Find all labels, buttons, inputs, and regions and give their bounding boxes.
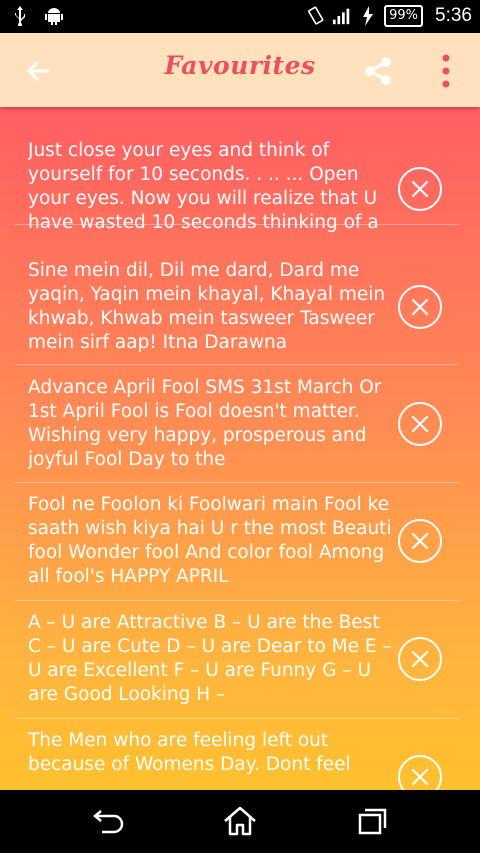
- share-button[interactable]: [360, 53, 396, 89]
- vibrate-icon: [306, 6, 326, 26]
- favourite-item[interactable]: Just close your eyes and think of yourse…: [14, 107, 459, 233]
- system-nav-bar: [0, 790, 480, 853]
- favourite-text[interactable]: A – U are Attractive B – U are the Best …: [28, 611, 393, 711]
- close-icon: [411, 180, 429, 198]
- more-vertical-icon: [442, 54, 450, 88]
- nav-home-button[interactable]: [220, 804, 260, 838]
- android-icon: [44, 6, 64, 26]
- favourite-item[interactable]: The Men who are feeling left out because…: [14, 719, 459, 790]
- charging-icon: [358, 6, 378, 26]
- favourite-text[interactable]: Sine mein dil, Dil me dard, Dard me yaqi…: [28, 259, 393, 359]
- favourite-item[interactable]: Advance April Fool SMS 31st March Or 1st…: [14, 365, 459, 483]
- close-icon: [411, 650, 429, 668]
- favourite-item[interactable]: Fool ne Foolon ki Foolwari main Fool ke …: [14, 483, 459, 601]
- favourite-text[interactable]: Advance April Fool SMS 31st March Or 1st…: [28, 376, 393, 476]
- close-icon: [411, 298, 429, 316]
- favourite-text[interactable]: Fool ne Foolon ki Foolwari main Fool ke …: [28, 493, 393, 593]
- nav-back-button[interactable]: [88, 804, 128, 838]
- remove-favourite-button[interactable]: [398, 285, 442, 329]
- close-icon: [411, 415, 429, 433]
- favourite-item[interactable]: Sine mein dil, Dil me dard, Dard me yaqi…: [14, 247, 459, 365]
- remove-favourite-button[interactable]: [398, 402, 442, 446]
- page-title: Favourites: [164, 51, 316, 80]
- nav-recents-button[interactable]: [352, 804, 392, 838]
- close-icon: [411, 768, 429, 786]
- app-bar: Favourites: [0, 33, 480, 107]
- home-icon: [224, 806, 256, 836]
- status-clock: 5:36: [435, 5, 472, 26]
- favourite-item[interactable]: A – U are Attractive B – U are the Best …: [14, 601, 459, 719]
- favourite-text[interactable]: The Men who are feeling left out because…: [28, 729, 393, 790]
- close-icon: [411, 532, 429, 550]
- recents-icon: [358, 808, 387, 835]
- status-bar: 99% 5:36: [0, 0, 480, 33]
- usb-icon: [10, 6, 30, 26]
- nav-back-icon: [93, 810, 124, 834]
- favourites-list[interactable]: Just close your eyes and think of yourse…: [0, 107, 480, 790]
- favourite-text[interactable]: Just close your eyes and think of yourse…: [28, 139, 393, 239]
- share-icon: [365, 57, 391, 85]
- remove-favourite-button[interactable]: [398, 167, 442, 211]
- remove-favourite-button[interactable]: [398, 637, 442, 681]
- remove-favourite-button[interactable]: [398, 755, 442, 790]
- signal-icon: [332, 6, 352, 26]
- more-options-button[interactable]: [434, 51, 458, 91]
- remove-favourite-button[interactable]: [398, 519, 442, 563]
- battery-indicator: 99%: [384, 5, 424, 27]
